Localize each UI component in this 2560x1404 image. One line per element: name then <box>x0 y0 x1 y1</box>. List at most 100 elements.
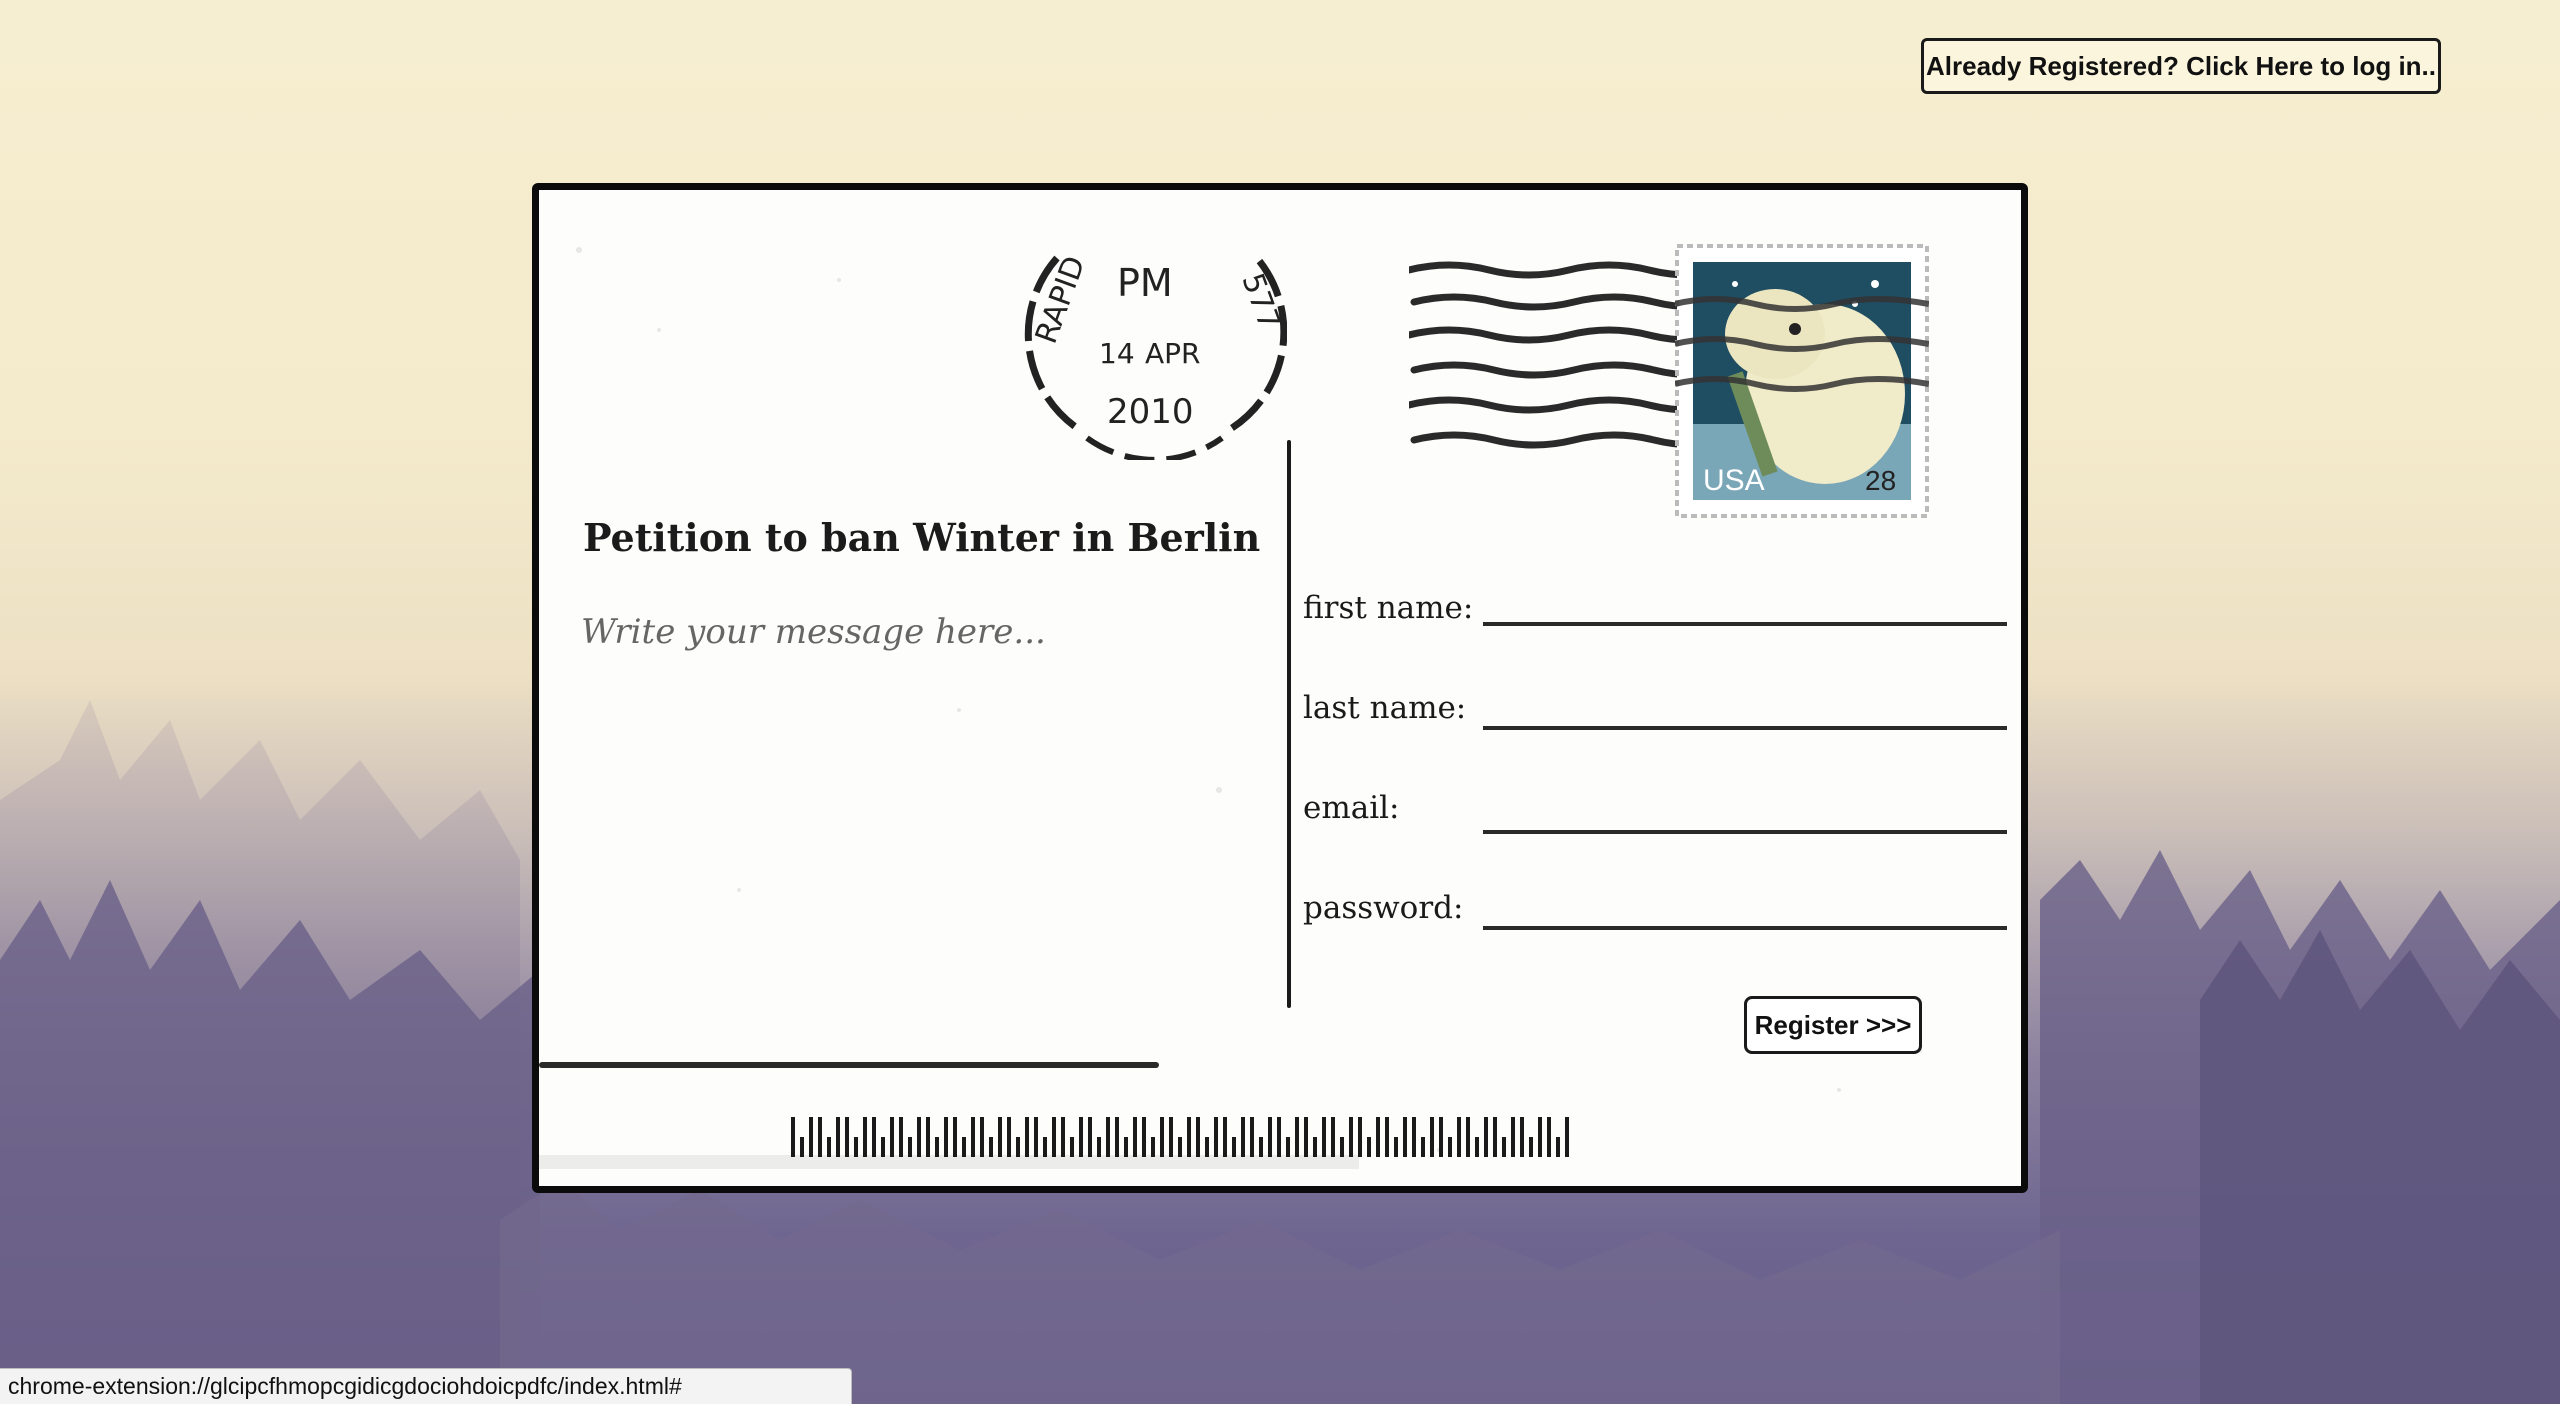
barcode-bar <box>1097 1137 1101 1157</box>
barcode-bar <box>1511 1117 1515 1157</box>
barcode-bar <box>1529 1137 1533 1157</box>
barcode-bar <box>1232 1137 1236 1157</box>
barcode-bar <box>971 1117 975 1157</box>
barcode-bar <box>1394 1137 1398 1157</box>
barcode-bar <box>1565 1117 1569 1157</box>
barcode-bar <box>1142 1117 1146 1157</box>
barcode-bar <box>1295 1117 1299 1157</box>
barcode-icon <box>791 1117 1569 1157</box>
barcode-bar <box>1457 1117 1461 1157</box>
barcode-bar <box>1412 1117 1416 1157</box>
barcode-bar <box>809 1117 813 1157</box>
barcode-bar <box>1277 1117 1281 1157</box>
barcode-bar <box>1061 1117 1065 1157</box>
address-line <box>539 1062 1159 1068</box>
barcode-bar <box>854 1137 858 1157</box>
barcode-bar <box>1079 1117 1083 1157</box>
barcode-bar <box>1367 1137 1371 1157</box>
polar-bear-stamp-icon: USA 28 <box>1675 244 1929 518</box>
barcode-bar <box>890 1117 894 1157</box>
barcode-bar <box>800 1137 804 1157</box>
barcode-bar <box>1430 1117 1434 1157</box>
barcode-bar <box>1466 1117 1470 1157</box>
barcode-bar <box>1070 1137 1074 1157</box>
barcode-bar <box>1502 1137 1506 1157</box>
barcode-bar <box>791 1117 795 1157</box>
barcode-bar <box>1016 1137 1020 1157</box>
barcode-bar <box>899 1117 903 1157</box>
barcode-bar <box>1322 1117 1326 1157</box>
barcode-bar <box>1268 1117 1272 1157</box>
barcode-bar <box>944 1117 948 1157</box>
login-link-button[interactable]: Already Registered? Click Here to log in… <box>1921 38 2441 94</box>
stamp-country: USA <box>1703 464 1765 497</box>
barcode-bar <box>1448 1137 1452 1157</box>
postmark-day: 14 <box>1099 337 1135 370</box>
barcode-bar <box>863 1117 867 1157</box>
barcode-bar <box>1214 1117 1218 1157</box>
barcode-bar <box>1250 1117 1254 1157</box>
barcode-bar <box>1205 1137 1209 1157</box>
barcode-bar <box>1493 1117 1497 1157</box>
barcode-bar <box>1169 1117 1173 1157</box>
barcode-bar <box>926 1117 930 1157</box>
last-name-field[interactable] <box>1483 690 2007 730</box>
barcode-bar <box>989 1137 993 1157</box>
message-input[interactable] <box>579 610 1223 1034</box>
barcode-bar <box>1160 1117 1164 1157</box>
barcode-bar <box>908 1137 912 1157</box>
barcode-bar <box>1556 1137 1560 1157</box>
barcode-bar <box>1043 1137 1047 1157</box>
stamp-value: 28 <box>1865 465 1896 496</box>
first-name-label: first name: <box>1303 590 1474 626</box>
password-label: password: <box>1303 890 1464 926</box>
barcode-bar <box>1052 1117 1056 1157</box>
barcode-bar <box>1007 1117 1011 1157</box>
barcode-bar <box>980 1117 984 1157</box>
email-label: email: <box>1303 790 1400 826</box>
postmark-icon: RAPID 577 PM 14 APR 2010 <box>1024 252 1287 460</box>
barcode-bar <box>1313 1137 1317 1157</box>
barcode-bar <box>1484 1117 1488 1157</box>
barcode-bar <box>1106 1117 1110 1157</box>
barcode-bar <box>998 1117 1002 1157</box>
postcard: RAPID 577 PM 14 APR 2010 USA 28 Petition… <box>532 183 2028 1193</box>
barcode-bar <box>872 1117 876 1157</box>
barcode-bar <box>1151 1137 1155 1157</box>
barcode-bar <box>1520 1117 1524 1157</box>
postcard-divider <box>1287 440 1291 1008</box>
barcode-bar <box>845 1117 849 1157</box>
last-name-label: last name: <box>1303 690 1467 726</box>
postmark-right-text: 577 <box>1234 269 1286 335</box>
barcode-bar <box>935 1137 939 1157</box>
barcode-bar <box>953 1117 957 1157</box>
barcode-bar <box>1187 1117 1191 1157</box>
barcode-bar <box>818 1117 822 1157</box>
barcode-bar <box>1385 1117 1389 1157</box>
barcode-bar <box>1340 1137 1344 1157</box>
barcode-bar <box>1259 1137 1263 1157</box>
barcode-bar <box>1241 1117 1245 1157</box>
status-bar-url: chrome-extension://glcipcfhmopcgidicgdoc… <box>0 1368 852 1404</box>
barcode-bar <box>1025 1117 1029 1157</box>
barcode-bar <box>1286 1137 1290 1157</box>
postmark-top-text: RAPID <box>1029 252 1093 349</box>
barcode-bar <box>1403 1117 1407 1157</box>
barcode-bar <box>1133 1117 1137 1157</box>
barcode-bar <box>1124 1137 1128 1157</box>
barcode-bar <box>1223 1117 1227 1157</box>
barcode-bar <box>1547 1117 1551 1157</box>
barcode-bar <box>836 1117 840 1157</box>
postmark-month: APR <box>1145 337 1201 370</box>
barcode-bar <box>1088 1117 1092 1157</box>
barcode-bar <box>1376 1117 1380 1157</box>
barcode-bar <box>1538 1117 1542 1157</box>
password-field[interactable] <box>1483 890 2007 930</box>
barcode-bar <box>1115 1117 1119 1157</box>
barcode-bar <box>881 1137 885 1157</box>
barcode-bar <box>1331 1117 1335 1157</box>
first-name-field[interactable] <box>1483 586 2007 626</box>
email-field[interactable] <box>1483 794 2007 834</box>
barcode-bar <box>1349 1117 1353 1157</box>
register-button[interactable]: Register >>> <box>1744 996 1922 1054</box>
